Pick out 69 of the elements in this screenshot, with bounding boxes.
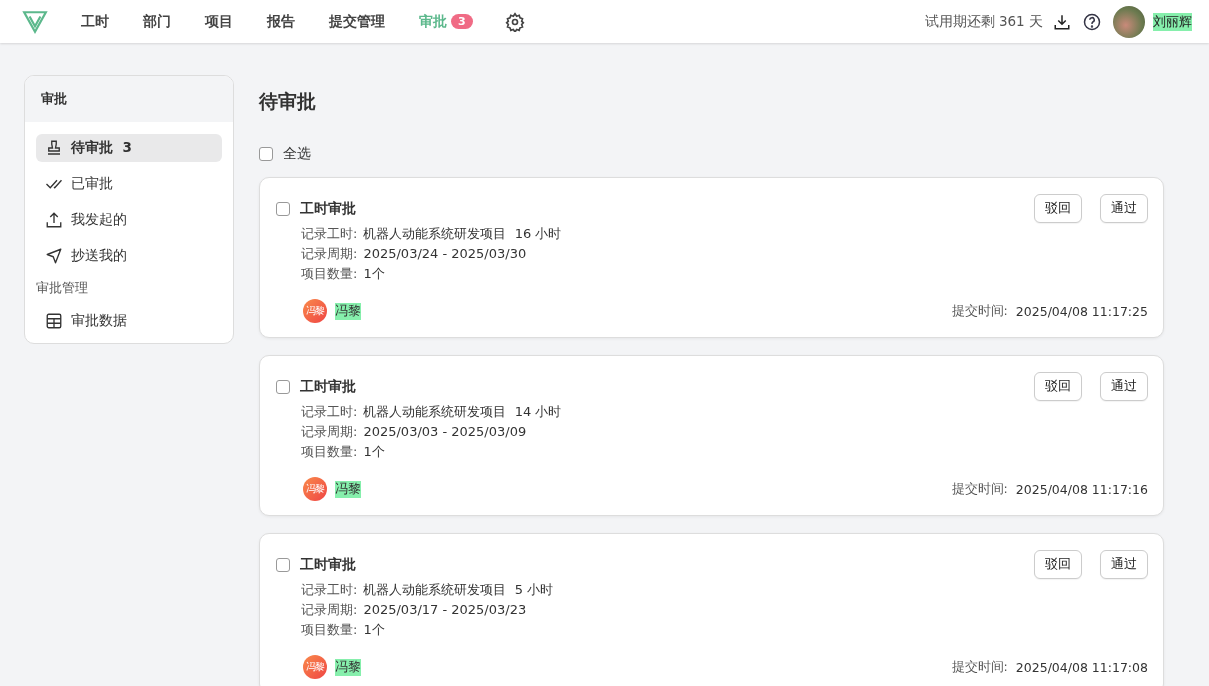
submit-time-label: 提交时间:: [951, 658, 1008, 676]
card-title: 工时审批: [300, 377, 356, 396]
table-icon: [45, 312, 63, 330]
settings-icon[interactable]: [504, 11, 525, 32]
sidebar-title: 审批: [25, 76, 233, 122]
field-label: 项目数量:: [301, 265, 358, 283]
submitter-name: 冯黎: [335, 480, 361, 498]
help-icon[interactable]: [1083, 12, 1101, 31]
field-value: 机器人动能系统研发项目 5 小时: [363, 581, 554, 599]
field-value: 1个: [363, 443, 385, 461]
field-label: 记录周期:: [301, 601, 358, 619]
submitter-avatar: 冯黎: [303, 477, 327, 501]
field-value: 机器人动能系统研发项目 14 小时: [363, 403, 562, 421]
trial-days-text: 试用期还剩 361 天: [924, 12, 1043, 31]
submit-time: 2025/04/08 11:17:25: [1015, 303, 1148, 319]
submitter-avatar: 冯黎: [303, 299, 327, 323]
section-heading: 审批管理: [36, 279, 89, 297]
field-label: 记录周期:: [301, 423, 358, 441]
action-button[interactable]: 驳回: [1034, 194, 1082, 223]
field-value: 1个: [363, 621, 385, 639]
field-value: 2025/03/03 - 2025/03/09: [363, 423, 527, 441]
field-label: 记录工时:: [301, 403, 358, 421]
submitter-avatar: 冯黎: [303, 655, 327, 679]
user-avatar[interactable]: [1113, 5, 1145, 38]
action-button[interactable]: 通过: [1100, 550, 1148, 579]
nav-tab[interactable]: 项目: [187, 12, 249, 31]
checkbox[interactable]: [276, 379, 290, 394]
submit-time-label: 提交时间:: [951, 302, 1008, 320]
field-label: 记录周期:: [301, 245, 358, 263]
nav-tab[interactable]: 工时: [63, 12, 125, 31]
stamp-icon: [45, 139, 63, 157]
download-icon[interactable]: [1053, 12, 1071, 31]
user-name: 刘丽辉: [1153, 12, 1192, 31]
sidebar-item[interactable]: 抄送我的: [36, 242, 222, 270]
sidebar-item[interactable]: 审批数据: [36, 307, 222, 335]
sidebar-item[interactable]: 已审批: [36, 170, 222, 198]
send-icon: [45, 247, 63, 265]
field-label: 记录工时:: [301, 225, 358, 243]
field-value: 2025/03/17 - 2025/03/23: [363, 601, 527, 619]
card-title: 工时审批: [300, 199, 356, 218]
action-button[interactable]: 驳回: [1034, 550, 1082, 579]
field-value: 2025/03/24 - 2025/03/30: [363, 245, 527, 263]
submit-time: 2025/04/08 11:17:08: [1015, 659, 1148, 675]
field-label: 项目数量:: [301, 443, 358, 461]
field-label: 项目数量:: [301, 621, 358, 639]
field-value: 1个: [363, 265, 385, 283]
action-button[interactable]: 通过: [1100, 372, 1148, 401]
page-title: 待审批: [259, 89, 317, 114]
count-badge: 3: [451, 14, 473, 29]
field-value: 机器人动能系统研发项目 16 小时: [363, 225, 562, 243]
card-title: 工时审批: [300, 555, 356, 574]
checkbox[interactable]: [276, 201, 290, 216]
sidebar-item[interactable]: 我发起的: [36, 206, 222, 234]
nav-tab[interactable]: 提交管理: [311, 12, 401, 31]
checkbox[interactable]: [259, 147, 273, 161]
submitter-name: 冯黎: [335, 302, 361, 320]
logo-icon: [21, 8, 49, 35]
submit-time: 2025/04/08 11:17:16: [1015, 481, 1148, 497]
field-label: 记录工时:: [301, 581, 358, 599]
action-button[interactable]: 驳回: [1034, 372, 1082, 401]
sidebar-item[interactable]: 待审批 3: [36, 134, 222, 162]
submit-time-label: 提交时间:: [951, 480, 1008, 498]
nav-tab[interactable]: 报告: [249, 12, 311, 31]
nav-tab[interactable]: 部门: [125, 12, 187, 31]
action-button[interactable]: 通过: [1100, 194, 1148, 223]
submitter-name: 冯黎: [335, 658, 361, 676]
select-all-label: 全选: [283, 145, 311, 163]
checkbox[interactable]: [276, 557, 290, 572]
upload-icon: [45, 211, 63, 229]
